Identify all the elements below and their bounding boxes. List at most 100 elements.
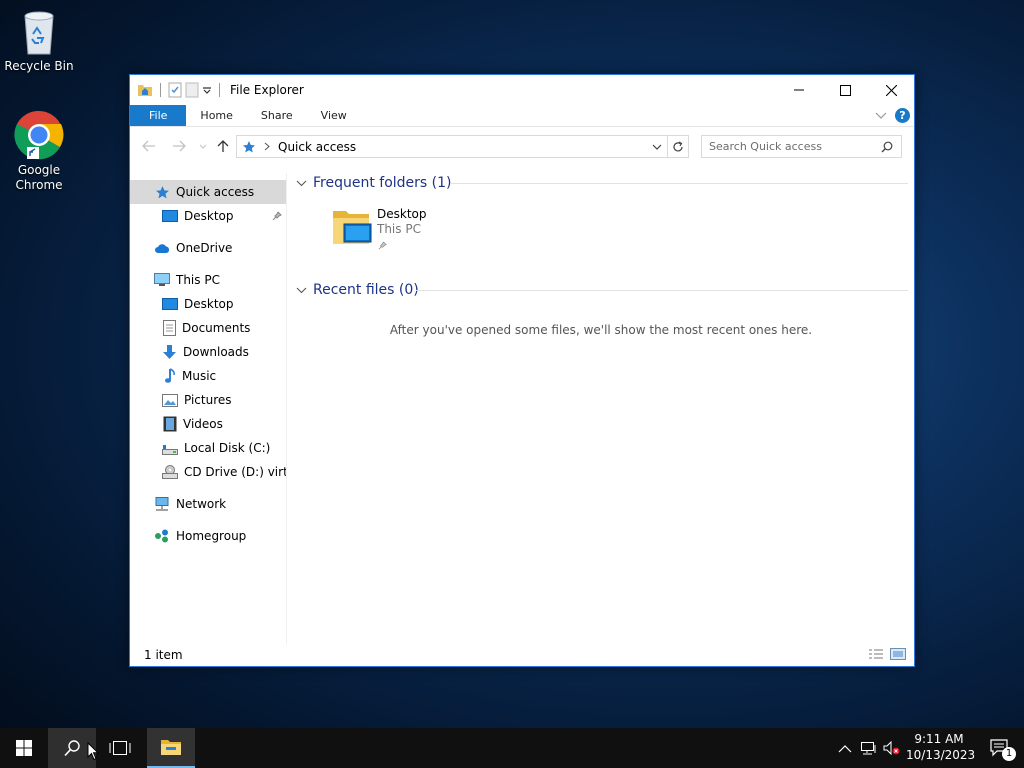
hard-drive-icon — [162, 445, 178, 455]
file-explorer-window: File Explorer File Home Share View ? Qui… — [129, 74, 915, 667]
group-header-recent-files[interactable]: Recent files (0) — [296, 280, 908, 300]
details-view-icon[interactable] — [868, 648, 884, 660]
up-icon[interactable] — [217, 139, 229, 153]
search-input[interactable] — [709, 140, 874, 153]
action-center-button[interactable]: 1 — [976, 728, 1024, 768]
desktop-icon-label: Google Chrome — [15, 163, 63, 192]
nav-label: Downloads — [183, 345, 249, 359]
nav-item-videos[interactable]: Videos — [130, 412, 286, 436]
expand-ribbon-icon[interactable] — [875, 112, 887, 120]
chevron-right-icon[interactable] — [264, 142, 270, 151]
refresh-button[interactable] — [668, 135, 689, 158]
search-icon[interactable] — [881, 141, 893, 153]
folder-tile-desktop[interactable]: Desktop This PC — [330, 207, 440, 253]
folder-home-icon[interactable] — [137, 83, 153, 97]
folder-tile-name: Desktop — [377, 207, 427, 221]
nav-label: Network — [176, 497, 227, 511]
taskbar: 9:11 AM 10/13/2023 1 — [0, 728, 1024, 768]
help-icon[interactable]: ? — [895, 108, 910, 123]
large-icons-view-icon[interactable] — [890, 648, 906, 660]
downloads-arrow-icon — [163, 345, 176, 359]
tab-file[interactable]: File — [130, 105, 187, 126]
nav-item-downloads[interactable]: Downloads — [130, 340, 286, 364]
desktop-icon-recycle-bin[interactable]: Recycle Bin — [1, 8, 77, 74]
address-bar[interactable]: Quick access — [236, 135, 668, 158]
group-divider — [416, 290, 908, 291]
new-folder-icon[interactable] — [185, 82, 199, 98]
nav-item-this-pc[interactable]: This PC — [130, 268, 286, 292]
file-explorer-icon — [161, 740, 181, 755]
search-box[interactable] — [701, 135, 902, 158]
pictures-icon — [162, 393, 178, 407]
clock[interactable]: 9:11 AM 10/13/2023 — [906, 731, 976, 763]
address-text: Quick access — [278, 139, 357, 154]
nav-item-cd-drive[interactable]: CD Drive (D:) virtio- — [130, 460, 286, 484]
desktop-icon — [162, 210, 178, 222]
close-button[interactable] — [868, 75, 914, 105]
nav-label: Pictures — [184, 393, 232, 407]
recent-files-empty-message: After you've opened some files, we'll sh… — [389, 323, 813, 337]
music-note-icon — [165, 368, 175, 383]
nav-item-onedrive[interactable]: OneDrive — [130, 236, 286, 260]
nav-item-pictures[interactable]: Pictures — [130, 388, 286, 412]
nav-label: Homegroup — [176, 529, 247, 543]
desktop-icon-label: Recycle Bin — [4, 59, 74, 73]
desktop-folder-icon — [333, 211, 372, 244]
documents-icon — [163, 320, 176, 336]
nav-item-quick-access[interactable]: Quick access — [130, 180, 286, 204]
task-view-button[interactable] — [96, 728, 144, 768]
windows-logo-icon — [16, 740, 32, 756]
tab-home[interactable]: Home — [186, 105, 246, 126]
taskbar-file-explorer[interactable] — [147, 728, 195, 768]
nav-label: Quick access — [176, 185, 255, 199]
separator — [160, 83, 161, 97]
desktop-icon-chrome[interactable]: Google Chrome — [1, 110, 77, 193]
cd-drive-icon — [162, 465, 178, 479]
maximize-icon — [839, 84, 851, 96]
chevron-down-icon — [296, 180, 307, 186]
recycle-bin-icon — [24, 11, 54, 55]
minimize-icon — [794, 89, 804, 91]
show-hidden-icons-icon[interactable] — [838, 744, 852, 753]
maximize-button[interactable] — [822, 75, 868, 105]
title-bar[interactable]: File Explorer — [130, 75, 914, 105]
tab-share[interactable]: Share — [247, 105, 307, 126]
nav-label: Videos — [183, 417, 223, 431]
nav-label: Desktop — [184, 297, 234, 311]
search-icon — [64, 739, 80, 756]
desktop-icon — [162, 298, 178, 310]
nav-label: This PC — [176, 273, 220, 287]
group-header-frequent-folders[interactable]: Frequent folders (1) — [296, 173, 908, 193]
volume-muted-icon[interactable] — [883, 741, 901, 755]
nav-item-network[interactable]: Network — [130, 492, 286, 516]
ribbon-tabs: File Home Share View ? — [130, 105, 914, 127]
homegroup-icon — [155, 529, 168, 543]
recent-locations-icon[interactable] — [199, 144, 207, 149]
clock-date: 10/13/2023 — [906, 748, 976, 762]
pin-icon[interactable] — [272, 211, 282, 221]
close-icon — [885, 84, 897, 96]
minimize-button[interactable] — [776, 75, 822, 105]
nav-item-documents[interactable]: Documents — [130, 316, 286, 340]
nav-label: Desktop — [184, 209, 234, 223]
system-tray — [836, 728, 901, 768]
nav-item-pc-desktop[interactable]: Desktop — [130, 292, 286, 316]
nav-item-local-disk[interactable]: Local Disk (C:) — [130, 436, 286, 460]
notification-count-badge: 1 — [1002, 747, 1016, 761]
chevron-down-icon — [296, 287, 307, 293]
forward-icon[interactable] — [172, 140, 186, 152]
nav-label: Documents — [182, 321, 251, 335]
chevron-down-icon[interactable] — [652, 144, 662, 151]
nav-item-qa-desktop[interactable]: Desktop — [130, 204, 286, 228]
quick-access-toolbar — [130, 82, 224, 98]
nav-item-music[interactable]: Music — [130, 364, 286, 388]
group-header-label: Frequent folders (1) — [313, 175, 452, 191]
pin-icon — [378, 241, 387, 250]
nav-item-homegroup[interactable]: Homegroup — [130, 524, 286, 548]
back-icon[interactable] — [142, 140, 156, 152]
tab-view[interactable]: View — [307, 105, 361, 126]
start-button[interactable] — [0, 728, 48, 768]
properties-icon[interactable] — [168, 82, 182, 98]
network-icon[interactable] — [861, 741, 877, 755]
customize-toolbar-icon[interactable] — [202, 85, 212, 95]
